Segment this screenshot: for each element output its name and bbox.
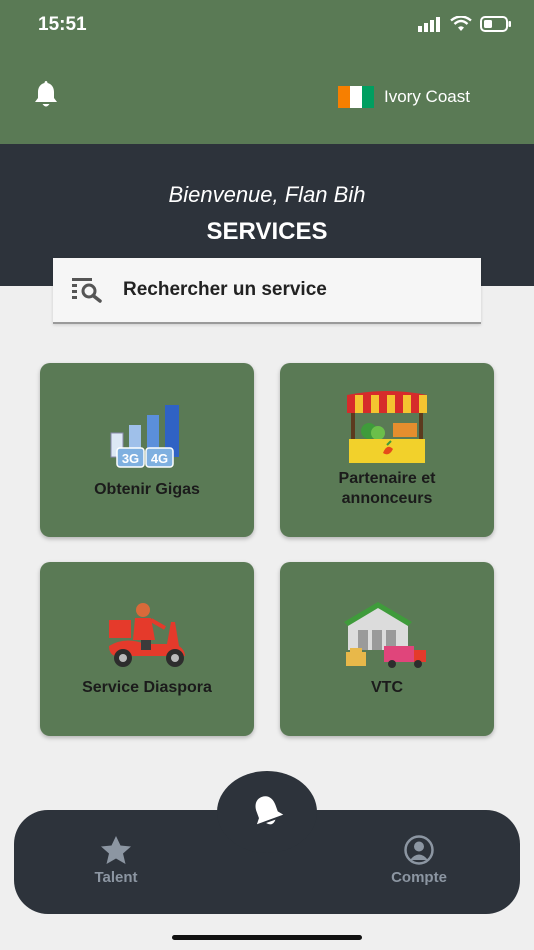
nav-item-compte[interactable]: Compte bbox=[382, 835, 456, 886]
notification-bell-icon[interactable] bbox=[30, 78, 62, 110]
battery-icon bbox=[480, 16, 511, 32]
status-icons bbox=[418, 16, 512, 32]
search-placeholder: Rechercher un service bbox=[123, 279, 327, 300]
search-list-icon bbox=[72, 278, 102, 303]
wifi-icon bbox=[450, 16, 472, 31]
service-card-obtenir-gigas[interactable]: 3G 4G Obtenir Gigas bbox=[40, 363, 254, 537]
nav-item-talent[interactable]: Talent bbox=[86, 835, 146, 886]
ivory-coast-flag-icon bbox=[338, 86, 374, 108]
market-stall-icon bbox=[347, 391, 427, 463]
search-input[interactable]: Rechercher un service bbox=[53, 258, 481, 324]
service-label: Obtenir Gigas bbox=[94, 481, 200, 498]
signal-bars-3g-4g-icon: 3G 4G bbox=[110, 405, 179, 468]
service-label: VTC bbox=[371, 679, 403, 696]
service-card-partenaire[interactable]: Partenaire et annonceurs bbox=[280, 363, 494, 537]
nav-label-talent: Talent bbox=[94, 869, 138, 886]
welcome-text: Bienvenue, Flan Bih bbox=[168, 182, 366, 207]
center-action-button[interactable] bbox=[217, 771, 317, 853]
nav-label-compte: Compte bbox=[391, 869, 447, 886]
country-selector[interactable]: Ivory Coast bbox=[338, 86, 470, 108]
service-card-vtc[interactable]: VTC bbox=[280, 562, 494, 736]
service-label-line1: Partenaire et bbox=[338, 470, 436, 487]
cellular-signal-icon bbox=[418, 17, 440, 32]
bell-icon bbox=[255, 796, 284, 825]
delivery-scooter-icon bbox=[109, 603, 185, 667]
status-time: 15:51 bbox=[38, 14, 87, 35]
service-label: Partenaire et annonceurs bbox=[280, 469, 494, 509]
home-indicator bbox=[172, 935, 362, 940]
badge-4g: 4G bbox=[151, 451, 168, 466]
service-label: Service Diaspora bbox=[82, 679, 212, 696]
page-title: SERVICES bbox=[206, 218, 328, 245]
status-bar: 15:51 bbox=[0, 0, 534, 50]
service-card-diaspora[interactable]: Service Diaspora bbox=[40, 562, 254, 736]
user-icon bbox=[404, 835, 434, 865]
warehouse-truck-icon bbox=[344, 602, 426, 668]
star-icon bbox=[101, 836, 131, 864]
country-name: Ivory Coast bbox=[384, 87, 470, 106]
badge-3g: 3G bbox=[122, 451, 139, 466]
service-label-line2: annonceurs bbox=[341, 490, 433, 507]
